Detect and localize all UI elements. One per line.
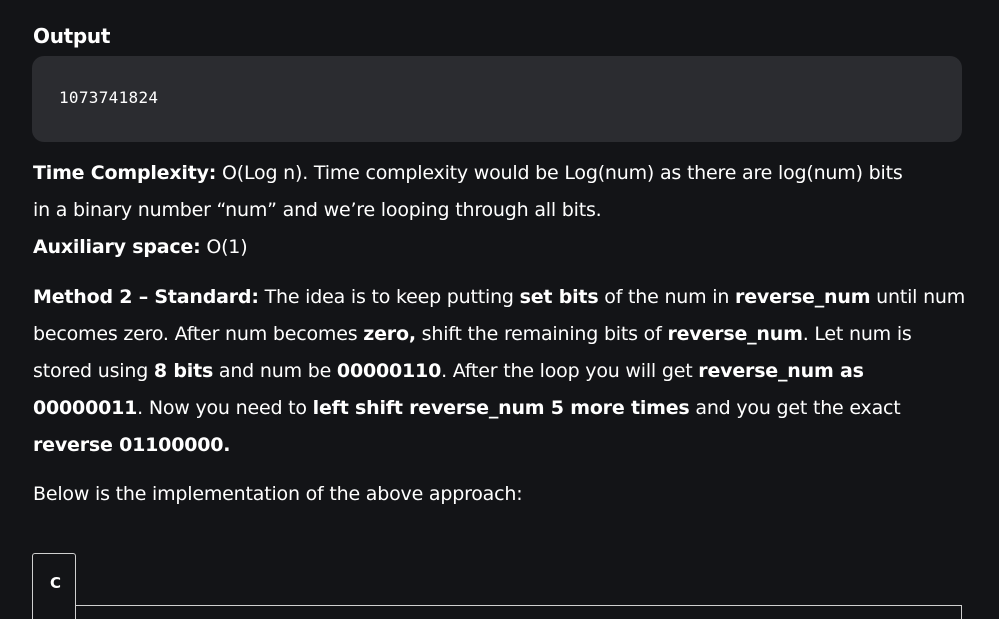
code-panel-edge	[961, 605, 962, 619]
method2-bold: reverse_num	[667, 323, 803, 345]
method2-paragraph: Method 2 – Standard: The idea is to keep…	[33, 279, 966, 464]
method2-bold: reverse 01100000.	[33, 434, 231, 456]
complexity-paragraph: Time Complexity: O(Log n). Time complexi…	[33, 155, 963, 266]
method2-text: . Now you need to	[137, 397, 313, 419]
output-value: 1073741824	[59, 88, 159, 107]
method2-text: and num be	[213, 360, 337, 382]
implementation-intro: Below is the implementation of the above…	[33, 483, 523, 505]
time-complexity-text-1: O(Log n). Time complexity would be Log(n…	[216, 162, 903, 184]
output-heading: Output	[33, 24, 111, 48]
method2-bold: 00000011	[33, 397, 138, 419]
output-box	[32, 56, 962, 142]
method2-text: stored using	[33, 360, 154, 382]
time-complexity-text-2: in a binary number “num” and we’re loopi…	[33, 199, 602, 221]
aux-space-label: Auxiliary space:	[33, 236, 201, 258]
method2-text: . Let num is	[802, 323, 912, 345]
method2-bold: left shift reverse_num 5 more times	[312, 397, 690, 419]
time-complexity-label: Time Complexity:	[33, 162, 217, 184]
method2-text: until num	[870, 286, 966, 308]
method2-bold: reverse_num	[735, 286, 871, 308]
code-tab-label: C	[50, 574, 62, 592]
method2-bold: set bits	[519, 286, 599, 308]
method2-bold: 8 bits	[153, 360, 214, 382]
method2-text: The idea is to keep putting	[258, 286, 520, 308]
method2-bold: reverse_num as	[698, 360, 864, 382]
aux-space-text: O(1)	[200, 236, 248, 258]
method2-text: shift the remaining bits of	[415, 323, 668, 345]
method2-title: Method 2 – Standard:	[33, 286, 259, 308]
method2-bold: zero,	[363, 323, 416, 345]
method2-text: becomes zero. After num becomes	[33, 323, 364, 345]
method2-text: . After the loop you will get	[441, 360, 699, 382]
method2-text: of the num in	[598, 286, 736, 308]
method2-text: and you get the exact	[689, 397, 901, 419]
method2-bold: 00000110	[336, 360, 442, 382]
code-tab-divider	[76, 605, 962, 606]
